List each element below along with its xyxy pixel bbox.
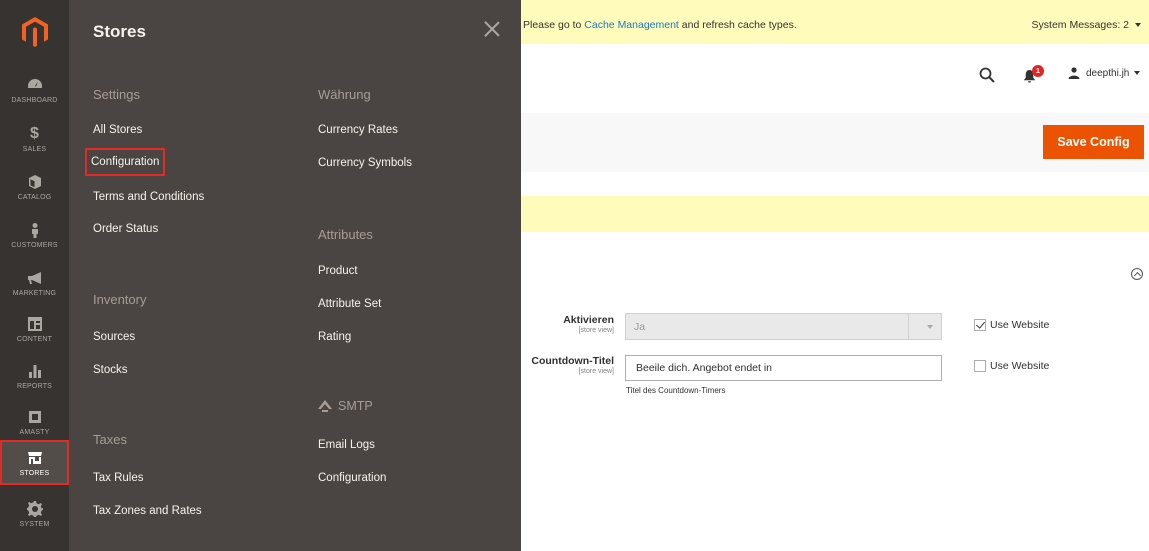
cube-icon xyxy=(26,173,44,191)
magento-logo-icon[interactable] xyxy=(0,0,69,64)
nav-item-label: CATALOG xyxy=(17,194,52,201)
save-config-button[interactable]: Save Config xyxy=(1043,125,1144,159)
section-title-smtp: SMTP xyxy=(318,399,373,413)
select-value: Ja xyxy=(634,320,646,333)
nav-item-reports[interactable]: REPORTS xyxy=(0,352,69,400)
notifications-bell-icon[interactable]: 1 xyxy=(1022,65,1046,84)
notice-strip xyxy=(521,196,1149,232)
field-scope-text: [store view] xyxy=(578,327,614,334)
megaphone-icon xyxy=(26,269,44,287)
nav-item-customers[interactable]: CUSTOMERS xyxy=(0,211,69,259)
nav-item-label: SALES xyxy=(22,146,47,153)
link-attribute-set[interactable]: Attribute Set xyxy=(318,298,381,310)
use-website-checkbox[interactable] xyxy=(974,319,986,331)
section-title-taxes: Taxes xyxy=(93,432,127,447)
dollar-icon: $ xyxy=(30,125,39,142)
aktivieren-select[interactable]: Ja xyxy=(625,313,942,340)
system-messages-label: System Messages: 2 xyxy=(1031,19,1129,31)
nav-item-catalog[interactable]: CATALOG xyxy=(0,163,69,211)
panel-title: Stores xyxy=(93,22,146,41)
store-icon xyxy=(26,449,44,467)
nav-item-stores[interactable]: STORES xyxy=(0,440,69,485)
nav-item-label: CUSTOMERS xyxy=(11,242,58,249)
aktivieren-use-website[interactable]: Use Website xyxy=(974,319,1049,331)
link-tax-rules[interactable]: Tax Rules xyxy=(93,472,144,484)
section-title-attributes: Attributes xyxy=(318,227,373,242)
nav-item-system[interactable]: SYSTEM xyxy=(0,490,69,538)
stores-menu-panel: Stores Settings All Stores Configuration… xyxy=(69,0,521,551)
nav-item-content[interactable]: CONTENT xyxy=(0,305,69,353)
chevron-down-icon xyxy=(1135,23,1141,27)
use-website-label: Use Website xyxy=(990,360,1050,372)
gear-icon xyxy=(26,500,44,518)
section-title-inventory: Inventory xyxy=(93,292,147,307)
person-icon xyxy=(26,221,44,239)
nav-item-label: CONTENT xyxy=(16,336,53,343)
nav-item-label: AMASTY xyxy=(19,429,50,436)
field-label-text: Countdown-Titel xyxy=(531,355,614,367)
link-sources[interactable]: Sources xyxy=(93,331,135,343)
link-smtp-configuration[interactable]: Configuration xyxy=(318,472,386,484)
field-scope-text: [store view] xyxy=(578,368,614,375)
layout-icon xyxy=(26,315,44,333)
collapse-section-icon[interactable] xyxy=(1131,268,1143,280)
section-title-currency: Währung xyxy=(318,87,371,102)
smtp-title-text: SMTP xyxy=(338,399,373,413)
nav-item-label: STORES xyxy=(19,469,50,477)
countdown-use-website[interactable]: Use Website xyxy=(974,360,1049,372)
link-terms-and-conditions[interactable]: Terms and Conditions xyxy=(93,191,204,203)
field-label-text: Aktivieren xyxy=(563,314,614,326)
user-account-menu[interactable]: deepthi.jh xyxy=(1068,67,1141,79)
nav-item-label: DASHBOARD xyxy=(11,97,58,104)
countdown-title-label: Countdown-Titel [store view] xyxy=(494,355,614,375)
link-stocks[interactable]: Stocks xyxy=(93,364,128,376)
user-icon xyxy=(1068,67,1080,79)
message-prefix: Please go to xyxy=(523,19,585,31)
nav-item-amasty[interactable]: AMASTY xyxy=(0,398,69,446)
nav-item-label: REPORTS xyxy=(16,383,53,390)
smtp-icon xyxy=(318,400,332,412)
close-icon[interactable] xyxy=(481,18,503,40)
aktivieren-label: Aktivieren [store view] xyxy=(494,314,614,334)
nav-item-sales[interactable]: $ SALES xyxy=(0,115,69,163)
system-messages-toggle[interactable]: System Messages: 2 xyxy=(1032,19,1141,31)
page-actions-bar: Save Config xyxy=(521,113,1149,172)
system-message-bar: Please go to Cache Management and refres… xyxy=(521,0,1149,44)
countdown-title-note: Titel des Countdown-Timers xyxy=(626,386,726,395)
notification-count-badge: 1 xyxy=(1032,65,1044,77)
nav-item-label: SYSTEM xyxy=(19,521,50,528)
use-website-checkbox[interactable] xyxy=(974,360,986,372)
admin-sidebar: DASHBOARD $ SALES CATALOG CUSTOMERS MARK… xyxy=(0,0,69,551)
username: deepthi.jh xyxy=(1086,67,1130,79)
link-tax-zones-and-rates[interactable]: Tax Zones and Rates xyxy=(93,505,202,517)
link-currency-symbols[interactable]: Currency Symbols xyxy=(318,157,412,169)
link-rating[interactable]: Rating xyxy=(318,331,351,343)
link-all-stores[interactable]: All Stores xyxy=(93,124,142,136)
chevron-down-icon xyxy=(927,325,933,329)
dashboard-icon xyxy=(26,76,44,94)
link-currency-rates[interactable]: Currency Rates xyxy=(318,124,398,136)
link-order-status[interactable]: Order Status xyxy=(93,223,158,235)
nav-item-label: MARKETING xyxy=(12,290,57,297)
use-website-label: Use Website xyxy=(990,319,1050,331)
section-title-settings: Settings xyxy=(93,87,140,102)
bar-chart-icon xyxy=(26,362,44,380)
select-divider xyxy=(908,314,909,339)
search-icon[interactable] xyxy=(979,67,995,83)
cache-management-link[interactable]: Cache Management xyxy=(584,19,679,31)
nav-item-dashboard[interactable]: DASHBOARD xyxy=(0,66,69,114)
nav-item-marketing[interactable]: MARKETING xyxy=(0,259,69,307)
cache-message: Please go to Cache Management and refres… xyxy=(523,19,797,31)
amasty-icon xyxy=(26,408,44,426)
countdown-title-input[interactable] xyxy=(625,355,942,381)
chevron-down-icon xyxy=(1134,71,1141,75)
message-suffix: and refresh cache types. xyxy=(678,19,797,31)
link-configuration[interactable]: Configuration xyxy=(84,148,166,176)
link-email-logs[interactable]: Email Logs xyxy=(318,439,375,451)
link-product[interactable]: Product xyxy=(318,265,358,277)
